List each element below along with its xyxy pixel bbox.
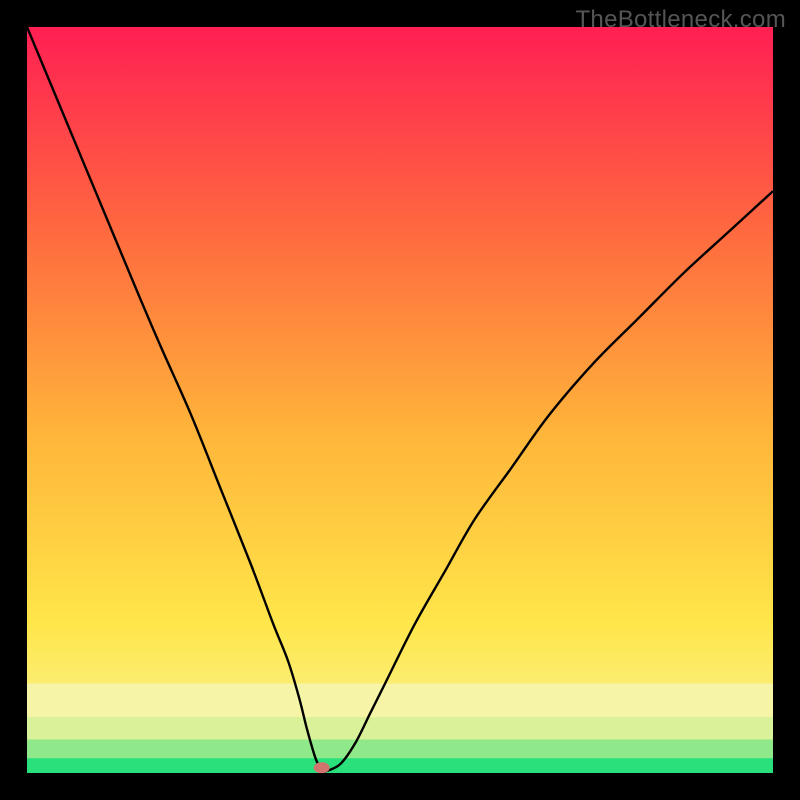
plot-area xyxy=(27,27,773,773)
bottom-bands xyxy=(27,683,773,773)
gradient-background xyxy=(27,27,773,773)
bottleneck-chart xyxy=(27,27,773,773)
chart-frame: TheBottleneck.com xyxy=(0,0,800,800)
optimal-point-marker xyxy=(314,762,330,773)
